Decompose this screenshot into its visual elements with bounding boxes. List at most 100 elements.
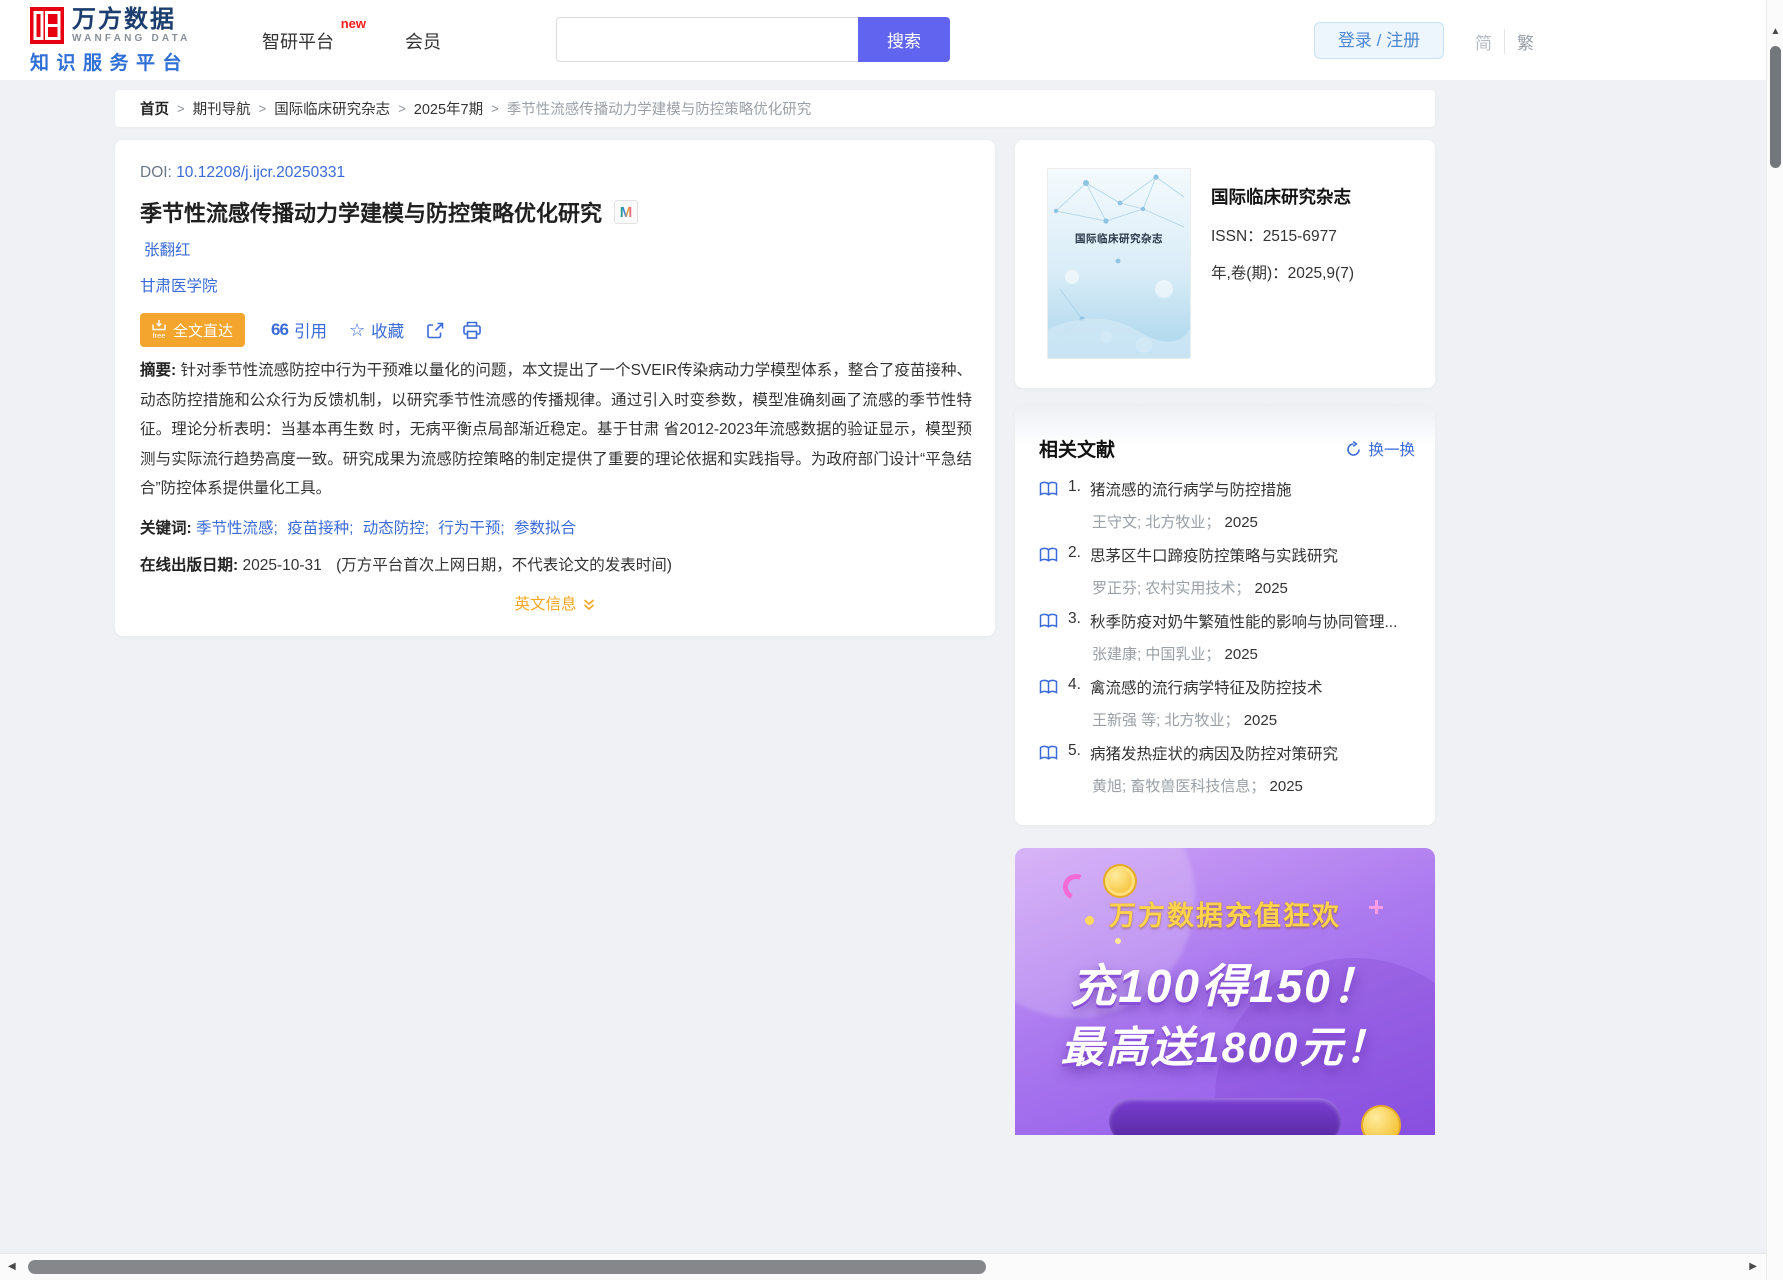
pubdate-note: (万方平台首次上网日期，不代表论文的发表时间) [336, 557, 672, 574]
breadcrumb-current: 季节性流感传播动力学建模与防控策略优化研究 [506, 102, 812, 118]
breadcrumb-journal[interactable]: 国际临床研究杂志 [274, 98, 390, 119]
pubdate-value: 2025-10-31 [242, 557, 322, 574]
coin-icon [1103, 864, 1137, 898]
breadcrumb-separator: > [258, 101, 267, 116]
lang-simplified[interactable]: 简 [1475, 29, 1504, 54]
cite-button[interactable]: 66 引用 [271, 318, 327, 342]
horizontal-scrollbar[interactable]: ◀ ▶ [0, 1253, 1783, 1280]
medline-badge: M [614, 200, 639, 224]
related-item-number: 4. [1068, 676, 1081, 693]
related-item-meta: 黄旭; 畜牧兽医科技信息； [1092, 778, 1266, 795]
related-item-number: 2. [1068, 544, 1081, 561]
breadcrumb-separator: > [491, 101, 499, 116]
related-title: 相关文献 [1039, 440, 1116, 461]
english-info-toggle[interactable]: 英文信息 [115, 592, 995, 614]
quote-icon: 66 [271, 320, 289, 339]
related-item-title[interactable]: 秋季防疫对奶牛繁殖性能的影响与协同管理... [1090, 610, 1397, 632]
breadcrumb: 首页 > 期刊导航 > 国际临床研究杂志 > 2025年7期 > 季节性流感传播… [115, 90, 1435, 127]
wanfang-logo[interactable]: 万方数据 WANFANG DATA 知识服务平台 [30, 7, 191, 75]
related-item-title[interactable]: 猪流感的流行病学与防控措施 [1090, 478, 1292, 500]
new-badge: new [340, 16, 366, 31]
related-item: 2. 思茅区牛口蹄疫防控策略与实践研究 罗正芬; 农村实用技术； 2025 [1039, 544, 1419, 610]
abstract-label: 摘要: [140, 362, 177, 379]
related-item-year: 2025 [1269, 778, 1303, 795]
related-item-title[interactable]: 禽流感的流行病学特征及防控技术 [1090, 676, 1323, 698]
scroll-left-arrow[interactable]: ◀ [8, 1261, 16, 1272]
doi-link[interactable]: 10.12208/j.ijcr.20250331 [176, 164, 345, 181]
vertical-scrollbar-thumb[interactable] [1770, 46, 1781, 168]
scroll-up-arrow[interactable]: ▲ [1767, 26, 1783, 37]
journal-cover[interactable]: 国际临床研究杂志 [1047, 168, 1191, 359]
banner-cta-button[interactable] [1109, 1098, 1341, 1135]
collect-button[interactable]: ☆ 收藏 [349, 318, 404, 342]
related-item-year: 2025 [1224, 646, 1258, 663]
share-button[interactable] [426, 321, 445, 340]
related-item-meta: 罗正芬; 农村实用技术； [1092, 580, 1251, 597]
article-actions: free 全文直达 66 引用 ☆ 收藏 [140, 313, 482, 347]
book-icon [1039, 613, 1058, 628]
fulltext-button[interactable]: free 全文直达 [140, 313, 246, 347]
related-item-title[interactable]: 思茅区牛口蹄疫防控策略与实践研究 [1090, 544, 1338, 566]
related-item: 5. 病猪发热症状的病因及防控对策研究 黄旭; 畜牧兽医科技信息； 2025 [1039, 742, 1419, 808]
related-item-number: 5. [1068, 742, 1081, 759]
keyword-link[interactable]: 参数拟合 [514, 520, 576, 537]
keyword-link[interactable]: 行为干预 [438, 520, 500, 537]
star-icon: ☆ [348, 319, 366, 340]
breadcrumb-home[interactable]: 首页 [140, 98, 169, 119]
lang-traditional[interactable]: 繁 [1504, 29, 1534, 54]
language-switcher: 简 繁 [1475, 29, 1534, 54]
vertical-scrollbar[interactable]: ▲ [1766, 0, 1783, 1280]
promo-banner[interactable]: 万方数据充值狂欢 充100得150！ 最高送1800元！ [1015, 848, 1435, 1135]
journal-card: 国际临床研究杂志 国际临床研究杂志 ISSN：2515-6977 年,卷(期)：… [1015, 140, 1435, 388]
brand-name-cn: 万方数据 [72, 6, 176, 33]
abstract-text: 针对季节性流感防控中行为干预难以量化的问题，本文提出了一个SVEIR传染病动力学… [140, 362, 972, 497]
nav-item-zhiyan[interactable]: 智研平台 new [262, 16, 366, 54]
related-list: 1. 猪流感的流行病学与防控措施 王守文; 北方牧业； 2025 2. 思茅区牛… [1039, 478, 1419, 808]
confetti-dot [1115, 938, 1121, 944]
brand-subtitle: 知识服务平台 [30, 53, 190, 74]
refresh-related-button[interactable]: 换一换 [1345, 438, 1415, 460]
related-item-year: 2025 [1243, 712, 1278, 729]
related-item: 1. 猪流感的流行病学与防控措施 王守文; 北方牧业； 2025 [1039, 478, 1419, 544]
horizontal-scrollbar-thumb[interactable] [28, 1260, 986, 1274]
journal-name[interactable]: 国际临床研究杂志 [1211, 184, 1351, 209]
book-icon [1039, 547, 1058, 562]
related-item-number: 3. [1068, 610, 1081, 627]
scroll-right-arrow[interactable]: ▶ [1749, 1261, 1757, 1272]
keywords-row: 关键词: 季节性流感; 疫苗接种; 动态防控; 行为干预; 参数拟合 [140, 516, 576, 538]
doi-label: DOI: [140, 164, 172, 181]
related-item-year: 2025 [1254, 580, 1288, 597]
related-item: 4. 禽流感的流行病学特征及防控技术 王新强 等; 北方牧业； 2025 [1039, 676, 1419, 742]
keywords-label: 关键词: [140, 520, 192, 537]
book-icon [1039, 679, 1058, 694]
journal-cover-art [1048, 174, 1190, 358]
related-item-meta: 王守文; 北方牧业； [1092, 514, 1221, 531]
search-button[interactable]: 搜索 [858, 17, 950, 62]
abstract: 摘要: 针对季节性流感防控中行为干预难以量化的问题，本文提出了一个SVEIR传染… [140, 356, 972, 504]
doi-row: DOI: 10.12208/j.ijcr.20250331 [140, 164, 345, 182]
banner-offer-line1: 充100得150！ [1070, 960, 1380, 1012]
related-item-number: 1. [1068, 478, 1081, 495]
breadcrumb-issue[interactable]: 2025年7期 [414, 98, 483, 119]
related-item: 3. 秋季防疫对奶牛繁殖性能的影响与协同管理... 张建康; 中国乳业； 202… [1039, 610, 1419, 676]
banner-offer-line2: 最高送1800元！ [1060, 1024, 1390, 1072]
breadcrumb-journal-nav[interactable]: 期刊导航 [193, 98, 251, 119]
keyword-separator: ; [349, 520, 354, 537]
related-item-year: 2025 [1224, 514, 1258, 531]
header: 万方数据 WANFANG DATA 知识服务平台 智研平台 new 会员 搜索 … [0, 0, 1783, 80]
coin-icon [1361, 1105, 1401, 1135]
related-item-title[interactable]: 病猪发热症状的病因及防控对策研究 [1090, 742, 1338, 764]
breadcrumb-separator: > [398, 101, 406, 116]
keyword-link[interactable]: 季节性流感 [196, 520, 274, 537]
keyword-link[interactable]: 动态防控 [363, 520, 425, 537]
login-register-button[interactable]: 登录 / 注册 [1314, 22, 1444, 59]
article-institution-link[interactable]: 甘肃医学院 [140, 274, 218, 296]
article-title: 季节性流感传播动力学建模与防控策略优化研究 M [140, 196, 639, 228]
print-button[interactable] [462, 321, 482, 340]
pubdate-label: 在线出版日期: [140, 557, 239, 574]
article-author-link[interactable]: 张翻红 [144, 238, 191, 260]
search-input[interactable] [556, 17, 858, 62]
nav-item-member[interactable]: 会员 [405, 28, 441, 54]
journal-cover-title: 国际临床研究杂志 [1075, 233, 1163, 245]
keyword-link[interactable]: 疫苗接种 [287, 520, 349, 537]
